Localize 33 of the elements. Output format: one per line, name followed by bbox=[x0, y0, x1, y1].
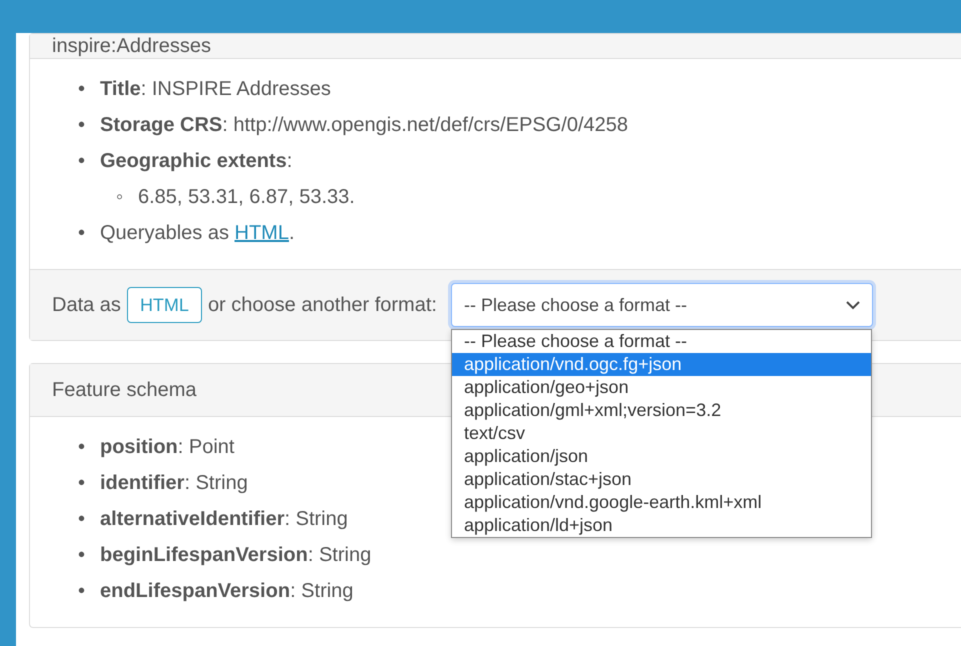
dropdown-option[interactable]: text/csv bbox=[452, 422, 871, 445]
bullet-marker: • bbox=[78, 543, 86, 568]
bullet-marker: • bbox=[78, 77, 86, 102]
html-link[interactable]: HTML bbox=[234, 222, 289, 244]
list-item: identifier: String bbox=[100, 471, 248, 496]
dropdown-option[interactable]: -- Please choose a format -- bbox=[452, 330, 871, 353]
list-item: Geographic extents: bbox=[100, 149, 292, 174]
format-label: or choose another format: bbox=[208, 293, 437, 318]
dropdown-option[interactable]: application/vnd.google-earth.kml+xml bbox=[452, 491, 871, 514]
list-item: Title: INSPIRE Addresses bbox=[100, 77, 331, 102]
list-item: endLifespanVersion: String bbox=[100, 579, 354, 604]
list-item: 6.85, 53.31, 6.87, 53.33. bbox=[138, 185, 355, 210]
bullet-marker: • bbox=[78, 149, 86, 174]
bullet-marker: • bbox=[78, 435, 86, 460]
bullet-marker: • bbox=[78, 221, 86, 246]
bullet-marker: • bbox=[78, 113, 86, 138]
list-item: alternativeIdentifier: String bbox=[100, 507, 348, 532]
list-item: beginLifespanVersion: String bbox=[100, 543, 372, 568]
dropdown-option[interactable]: application/geo+json bbox=[452, 376, 871, 399]
bullet-marker: ◦ bbox=[116, 185, 124, 210]
format-label: Data as bbox=[52, 293, 121, 318]
dropdown-option[interactable]: application/stac+json bbox=[452, 468, 871, 491]
bullet-marker: • bbox=[78, 471, 86, 496]
card-header: inspire:Addresses bbox=[30, 34, 961, 59]
dropdown-option[interactable]: application/vnd.ogc.fg+json bbox=[452, 353, 871, 376]
chevron-down-icon bbox=[846, 300, 860, 310]
bullet-marker: • bbox=[78, 579, 86, 604]
dropdown-option[interactable]: application/ld+json bbox=[452, 514, 871, 537]
list-item: Storage CRS: http://www.opengis.net/def/crs/EPSG/0/4258 bbox=[100, 113, 628, 138]
bullet-marker: • bbox=[78, 507, 86, 532]
dropdown-option[interactable]: application/json bbox=[452, 445, 871, 468]
list-item: position: Point bbox=[100, 435, 234, 460]
list-item: Queryables as HTML. bbox=[100, 221, 295, 246]
